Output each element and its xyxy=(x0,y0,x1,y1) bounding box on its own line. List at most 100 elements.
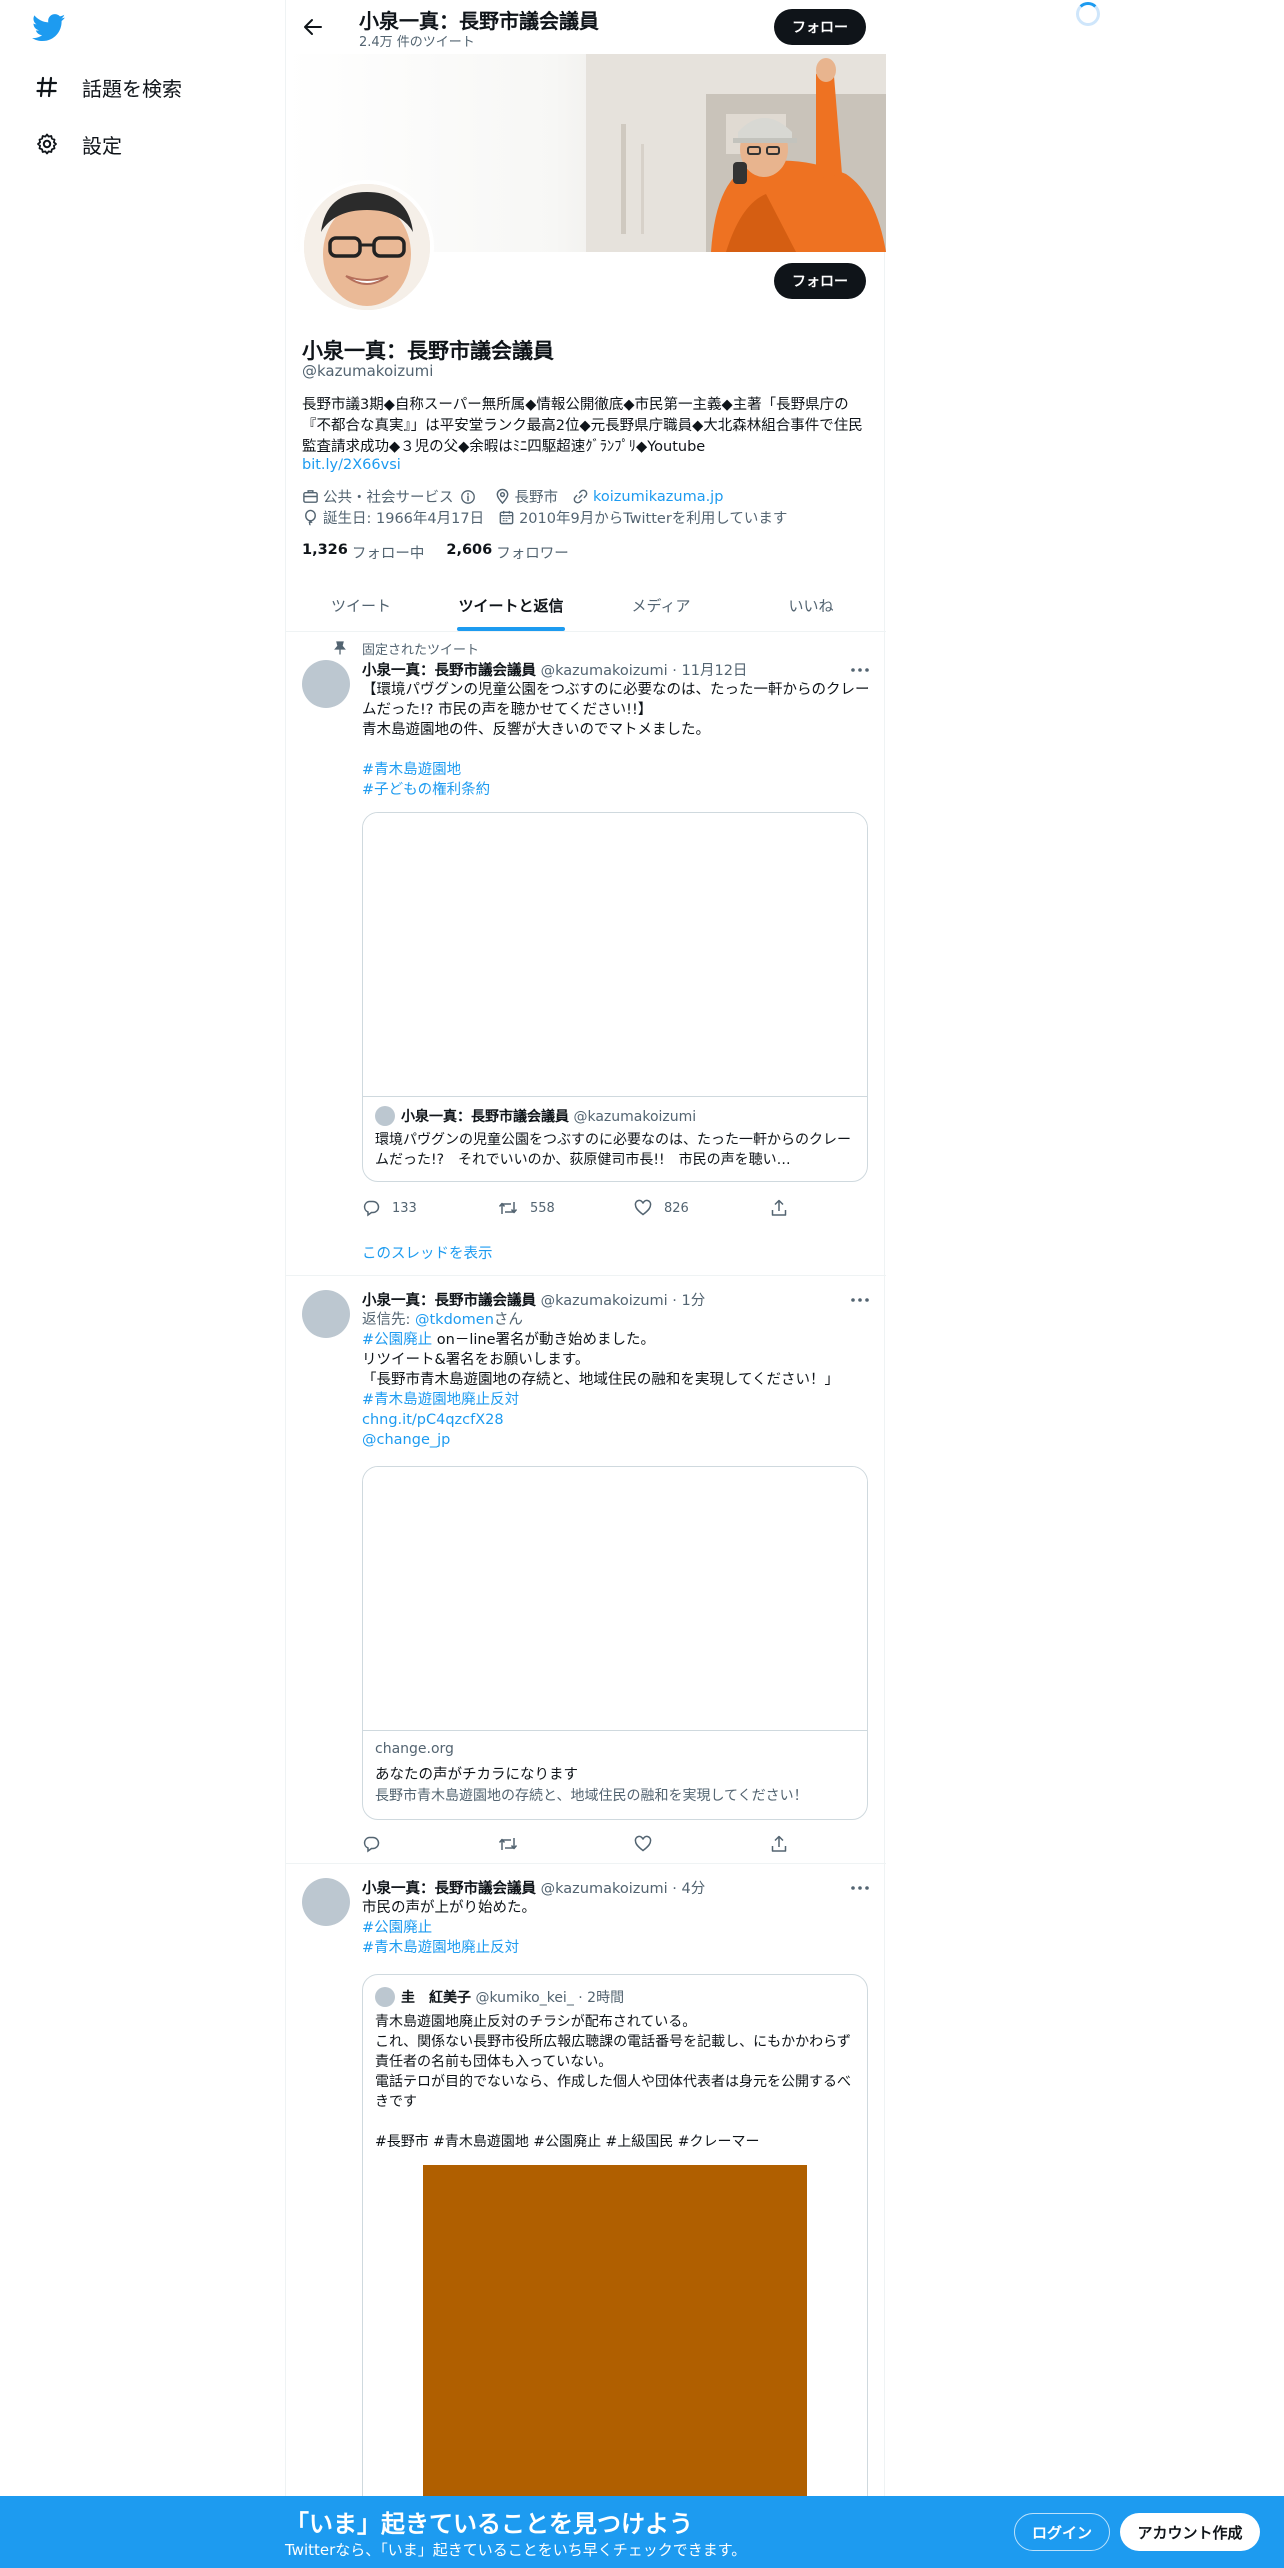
tweet-time[interactable]: · 11月12日 xyxy=(672,663,747,679)
tweet-line: 「長野市青木島遊園地の存続と、地域住民の融和を実現してください！」 xyxy=(362,1372,840,1388)
more-options-icon[interactable] xyxy=(848,660,872,680)
tweet-line: 青木島遊園地の件、反響が大きいのでマトメました。 xyxy=(362,722,710,738)
quote-line: 青木島遊園地廃止反対のチラシが配布されている。 xyxy=(375,2014,697,2030)
hashtag-link[interactable]: #公園廃止 xyxy=(362,1918,872,1938)
quoted-tweet-card[interactable]: 圭 紅美子 @kumiko_kei_ · 2時間 青木島遊園地廃止反対のチラシが… xyxy=(362,1974,868,2568)
tweet-author-name[interactable]: 小泉一真：長野市議会議員 xyxy=(362,1293,536,1309)
retweet-button[interactable] xyxy=(498,1835,634,1853)
following-label[interactable]: フォロー中 xyxy=(352,542,425,563)
like-count: 826 xyxy=(664,1200,689,1216)
tab-tweets[interactable]: ツイート xyxy=(286,580,436,631)
nav-settings-label: 設定 xyxy=(82,133,122,158)
meta-birthday: 誕生日: 1966年4月17日 xyxy=(302,507,484,528)
signup-button[interactable]: アカウント作成 xyxy=(1120,2513,1260,2551)
login-button[interactable]: ログイン xyxy=(1014,2513,1110,2551)
followers-count[interactable]: 2,606 xyxy=(446,542,492,563)
quote-author-handle: @kumiko_kei_ xyxy=(475,1990,574,2006)
profile-meta-row-1: 公共・社会サービス 長野市 koizumikazuma.jp xyxy=(302,486,737,507)
like-button[interactable]: 826 xyxy=(634,1199,770,1217)
bottom-signup-bar: 「いま」起きていることを見つけよう Twitterなら、「いま」起きていることを… xyxy=(0,2496,1284,2568)
tweet-quote[interactable]: 小泉一真：長野市議会議員 @kazumakoizumi · 4分 市民の声が上が… xyxy=(286,1864,886,2568)
retweet-button[interactable]: 558 xyxy=(498,1199,634,1217)
tweet-avatar[interactable] xyxy=(302,660,350,708)
hashtag-link[interactable]: #青木島遊園地廃止反対 xyxy=(362,1938,872,1958)
card-media-placeholder xyxy=(363,1467,867,1731)
meta-joined-text: 2010年9月からTwitterを利用しています xyxy=(519,511,788,527)
tweet-time[interactable]: · 4分 xyxy=(672,1881,705,1897)
location-pin-icon xyxy=(496,488,508,505)
tweet-text: 返信先: @tkdomenさん #公園廃止 on－line署名が動き始めました。… xyxy=(362,1310,872,1450)
reply-count: 133 xyxy=(392,1200,417,1216)
reply-suffix: さん xyxy=(493,1312,523,1328)
meta-website-link[interactable]: koizumikazuma.jp xyxy=(593,489,723,505)
tweet-avatar[interactable] xyxy=(302,1290,350,1338)
avatar-image xyxy=(304,184,430,310)
header-follow-button[interactable]: フォロー xyxy=(774,9,866,45)
tab-tweets-and-replies[interactable]: ツイートと返信 xyxy=(436,580,586,631)
profile-bio: 長野市議3期◆自称スーパー無所属◆情報公開徹底◆市民第一主義◆主著「長野県庁の『… xyxy=(302,397,863,455)
profile-follow-button[interactable]: フォロー xyxy=(774,263,866,299)
share-button[interactable] xyxy=(770,1199,788,1217)
tweet-pinned[interactable]: 固定されたツイート 小泉一真：長野市議会議員 @kazumakoizumi · … xyxy=(286,632,886,1276)
url-link[interactable]: chng.it/pC4qzcfX28 xyxy=(362,1410,872,1430)
profile-tabs: ツイート ツイートと返信 メディア いいね xyxy=(286,580,886,632)
meta-birthday-text: 誕生日: 1966年4月17日 xyxy=(323,511,485,527)
tweet-reply[interactable]: 小泉一真：長野市議会議員 @kazumakoizumi · 1分 返信先: @t… xyxy=(286,1276,886,1864)
quote-header: 小泉一真：長野市議会議員 @kazumakoizumi xyxy=(401,1106,696,1126)
profile-name: 小泉一真：長野市議会議員 xyxy=(302,339,554,363)
tweet-header: 小泉一真：長野市議会議員 @kazumakoizumi · 11月12日 xyxy=(362,659,747,680)
briefcase-icon xyxy=(303,490,318,503)
info-icon[interactable] xyxy=(460,489,476,505)
like-button[interactable] xyxy=(634,1835,770,1853)
nav-explore[interactable]: 話題を検索 xyxy=(34,67,182,107)
quote-time: · 2時間 xyxy=(578,1990,625,2006)
quote-avatar xyxy=(375,1987,395,2007)
tweet-author-handle[interactable]: @kazumakoizumi xyxy=(541,663,668,679)
reply-button[interactable]: 133 xyxy=(362,1199,498,1217)
tab-media[interactable]: メディア xyxy=(586,580,736,631)
tweet-author-name[interactable]: 小泉一真：長野市議会議員 xyxy=(362,1881,536,1897)
reply-prefix: 返信先: xyxy=(362,1312,415,1328)
nav-settings[interactable]: 設定 xyxy=(34,124,122,164)
quote-avatar xyxy=(375,1106,395,1126)
profile-avatar[interactable] xyxy=(300,180,434,314)
followers-label[interactable]: フォロワー xyxy=(496,542,569,563)
more-options-icon[interactable] xyxy=(848,1290,872,1310)
tweet-avatar[interactable] xyxy=(302,1878,350,1926)
hashtag-link[interactable]: #青木島遊園地 xyxy=(362,760,872,780)
share-button[interactable] xyxy=(770,1835,788,1853)
quote-text: 環境パヴグンの児童公園をつぶすのに必要なのは、たった一軒からのクレームだった!?… xyxy=(375,1132,851,1168)
link-preview-card[interactable]: change.org あなたの声がチカラになります 長野市青木島遊園地の存続と、… xyxy=(362,1466,868,1820)
hashtag-link[interactable]: #公園廃止 xyxy=(362,1332,432,1348)
meta-category: 公共・社会サービス xyxy=(302,486,480,507)
mention-link[interactable]: @change_jp xyxy=(362,1430,872,1450)
tweet-author-name[interactable]: 小泉一真：長野市議会議員 xyxy=(362,663,536,679)
reply-to-line: 返信先: @tkdomenさん xyxy=(362,1310,872,1330)
following-count[interactable]: 1,326 xyxy=(302,542,348,563)
meta-category-text: 公共・社会サービス xyxy=(323,490,454,506)
tab-likes[interactable]: いいね xyxy=(736,580,886,631)
back-button[interactable] xyxy=(296,10,330,44)
hashtag-link[interactable]: #青木島遊園地廃止反対 xyxy=(362,1390,872,1410)
hashtag-link[interactable]: #子どもの権利条約 xyxy=(362,780,872,800)
tweet-line: リツイート&署名をお願いします。 xyxy=(362,1352,590,1368)
quoted-tweet-card[interactable]: 小泉一真：長野市議会議員 @kazumakoizumi 環境パヴグンの児童公園を… xyxy=(362,812,868,1182)
hashtag-icon xyxy=(34,74,60,100)
meta-website[interactable]: koizumikazuma.jp xyxy=(572,488,723,505)
retweet-icon xyxy=(498,1838,518,1850)
bio-link[interactable]: bit.ly/2X66vsi xyxy=(302,457,401,473)
show-thread-link[interactable]: このスレッドを表示 xyxy=(362,1242,493,1263)
top-header: 小泉一真：長野市議会議員 2.4万 件のツイート フォロー xyxy=(286,0,886,54)
card-description: 長野市青木島遊園地の存続と、地域住民の融和を実現してください！ xyxy=(375,1788,808,1804)
profile-meta-row-2: 誕生日: 1966年4月17日 2010年9月からTwitterを利用しています xyxy=(302,507,801,528)
reply-to-handle[interactable]: @tkdomen xyxy=(415,1312,494,1328)
reply-button[interactable] xyxy=(362,1835,498,1853)
card-title: あなたの声がチカラになります xyxy=(375,1767,578,1783)
tweet-author-handle[interactable]: @kazumakoizumi xyxy=(541,1293,668,1309)
twitter-logo-icon[interactable] xyxy=(32,14,66,42)
more-options-icon[interactable] xyxy=(848,1878,872,1898)
tweet-time[interactable]: · 1分 xyxy=(672,1293,705,1309)
tweet-author-handle[interactable]: @kazumakoizumi xyxy=(541,1881,668,1897)
